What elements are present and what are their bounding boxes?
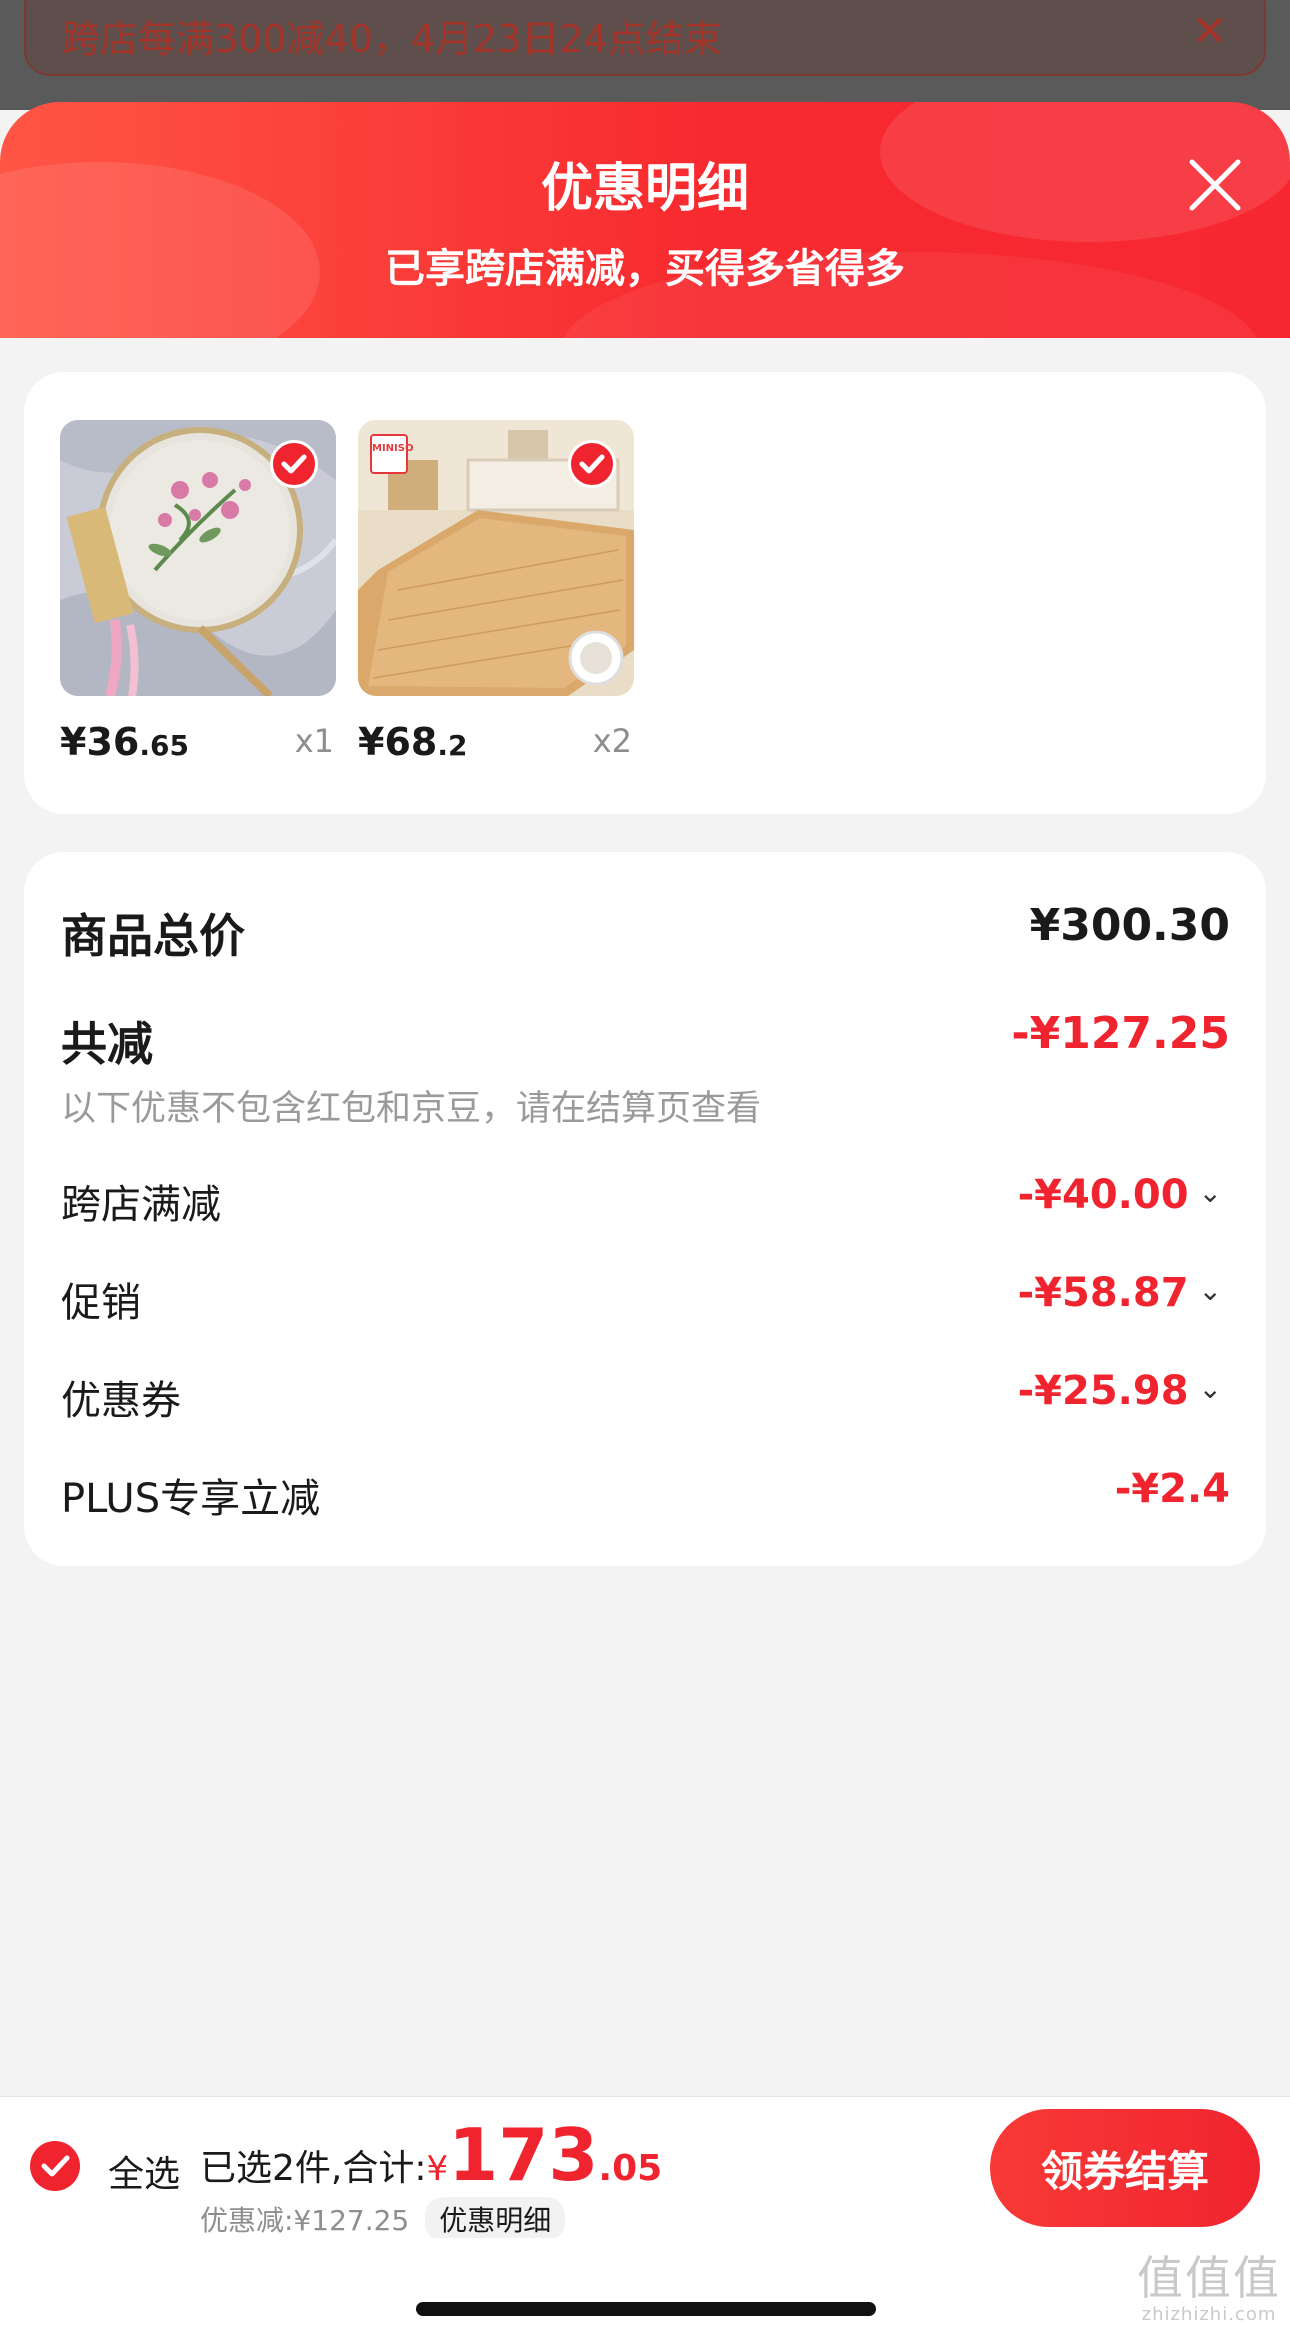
total-price-value: ¥300.30 (1029, 900, 1230, 951)
summary-currency: ¥ (426, 2149, 449, 2189)
discount-item-promotion[interactable]: 促销 -¥58.87 ⌄ (61, 1270, 1230, 1326)
product-quantity: x2 (592, 722, 632, 760)
home-indicator-area (0, 2238, 1290, 2341)
discount-note-text: 以下优惠不包含红包和京豆，请在结算页查看 (61, 1089, 762, 1129)
total-reduce-label: 共减 (61, 1017, 153, 1071)
promo-banner-close-icon: ✕ (1191, 6, 1228, 57)
summary-total-integer: 173 (448, 2113, 599, 2197)
select-all-check-icon[interactable] (30, 2141, 80, 2191)
discount-item-label: PLUS专享立减 (61, 1476, 321, 1522)
discount-item-label: 优惠券 (61, 1378, 181, 1424)
select-all-label[interactable]: 全选 (108, 2145, 180, 2197)
chevron-down-icon[interactable]: ⌄ (1199, 1274, 1222, 1307)
order-summary: 已选2件,合计:¥173.05 (200, 2113, 662, 2197)
sheet-header: 优惠明细 已享跨店满减，买得多省得多 (0, 102, 1290, 338)
chevron-down-icon[interactable]: ⌄ (1199, 1372, 1222, 1405)
promo-banner-text: 跨店每满300减40，4月23日24点结束 (62, 16, 722, 61)
discount-item-value: -¥2.4 (1114, 1466, 1230, 1512)
summary-label: 已选2件,合计: (200, 2148, 427, 2189)
close-icon[interactable] (1186, 156, 1244, 214)
checkout-button[interactable]: 领券结算 (990, 2109, 1260, 2227)
discount-summary-text: 优惠减:¥127.25 (200, 2204, 410, 2237)
sheet-title: 优惠明细 (540, 159, 749, 219)
discount-item-label: 促销 (61, 1280, 141, 1326)
summary-total-decimal: .05 (598, 2148, 663, 2189)
checkout-bar: 全选 已选2件,合计:¥173.05 优惠减:¥127.25 优惠明细 领券结算 (0, 2096, 1290, 2241)
discount-item-cross-store[interactable]: 跨店满减 -¥40.00 ⌄ (61, 1172, 1230, 1228)
home-indicator[interactable] (416, 2302, 876, 2316)
discount-item-label: 跨店满减 (61, 1182, 221, 1228)
product-selected-check-icon[interactable] (270, 440, 318, 488)
product-list-card: ¥36.65 x1 MINISO ¥68.2 x2 (24, 372, 1266, 814)
site-watermark: 值值值 zhizhizhi.com (1134, 2252, 1284, 2334)
brand-badge: MINISO (370, 434, 413, 474)
discount-note: 以下优惠不包含红包和京豆，请在结算页查看 (61, 1080, 1230, 1129)
discount-item-value: -¥25.98 ⌄ (1017, 1368, 1222, 1414)
promo-banner: 跨店每满300减40，4月23日24点结束 ✕ (24, 0, 1266, 76)
product-selected-check-icon[interactable] (568, 440, 616, 488)
sheet-subtitle: 已享跨店满减，买得多省得多 (385, 246, 905, 292)
total-price-row: 商品总价 ¥300.30 (61, 900, 1230, 963)
discount-summary: 优惠减:¥127.25 优惠明细 (200, 2197, 566, 2241)
total-reduce-value: -¥127.25 (1011, 1008, 1230, 1059)
discount-item-plus: PLUS专享立减 -¥2.4 (61, 1466, 1230, 1522)
discount-item-value: -¥40.00 ⌄ (1017, 1172, 1222, 1218)
total-price-label: 商品总价 (61, 909, 245, 963)
chevron-down-icon[interactable]: ⌄ (1199, 1176, 1222, 1209)
discount-item-coupon[interactable]: 优惠券 -¥25.98 ⌄ (61, 1368, 1230, 1424)
total-reduce-row: 共减 -¥127.25 (61, 1008, 1230, 1071)
discount-details-card: 商品总价 ¥300.30 共减 -¥127.25 以下优惠不包含红包和京豆，请在… (24, 852, 1266, 1566)
watermark-logo-text: 值值值 (1137, 2251, 1281, 2305)
product-price: ¥36.65 (60, 720, 189, 764)
discount-detail-button[interactable]: 优惠明细 (425, 2197, 566, 2241)
product-quantity: x1 (294, 722, 334, 760)
product-price: ¥68.2 (358, 720, 468, 764)
watermark-url: zhizhizhi.com (1141, 2304, 1277, 2325)
discount-item-value: -¥58.87 ⌄ (1017, 1270, 1222, 1316)
